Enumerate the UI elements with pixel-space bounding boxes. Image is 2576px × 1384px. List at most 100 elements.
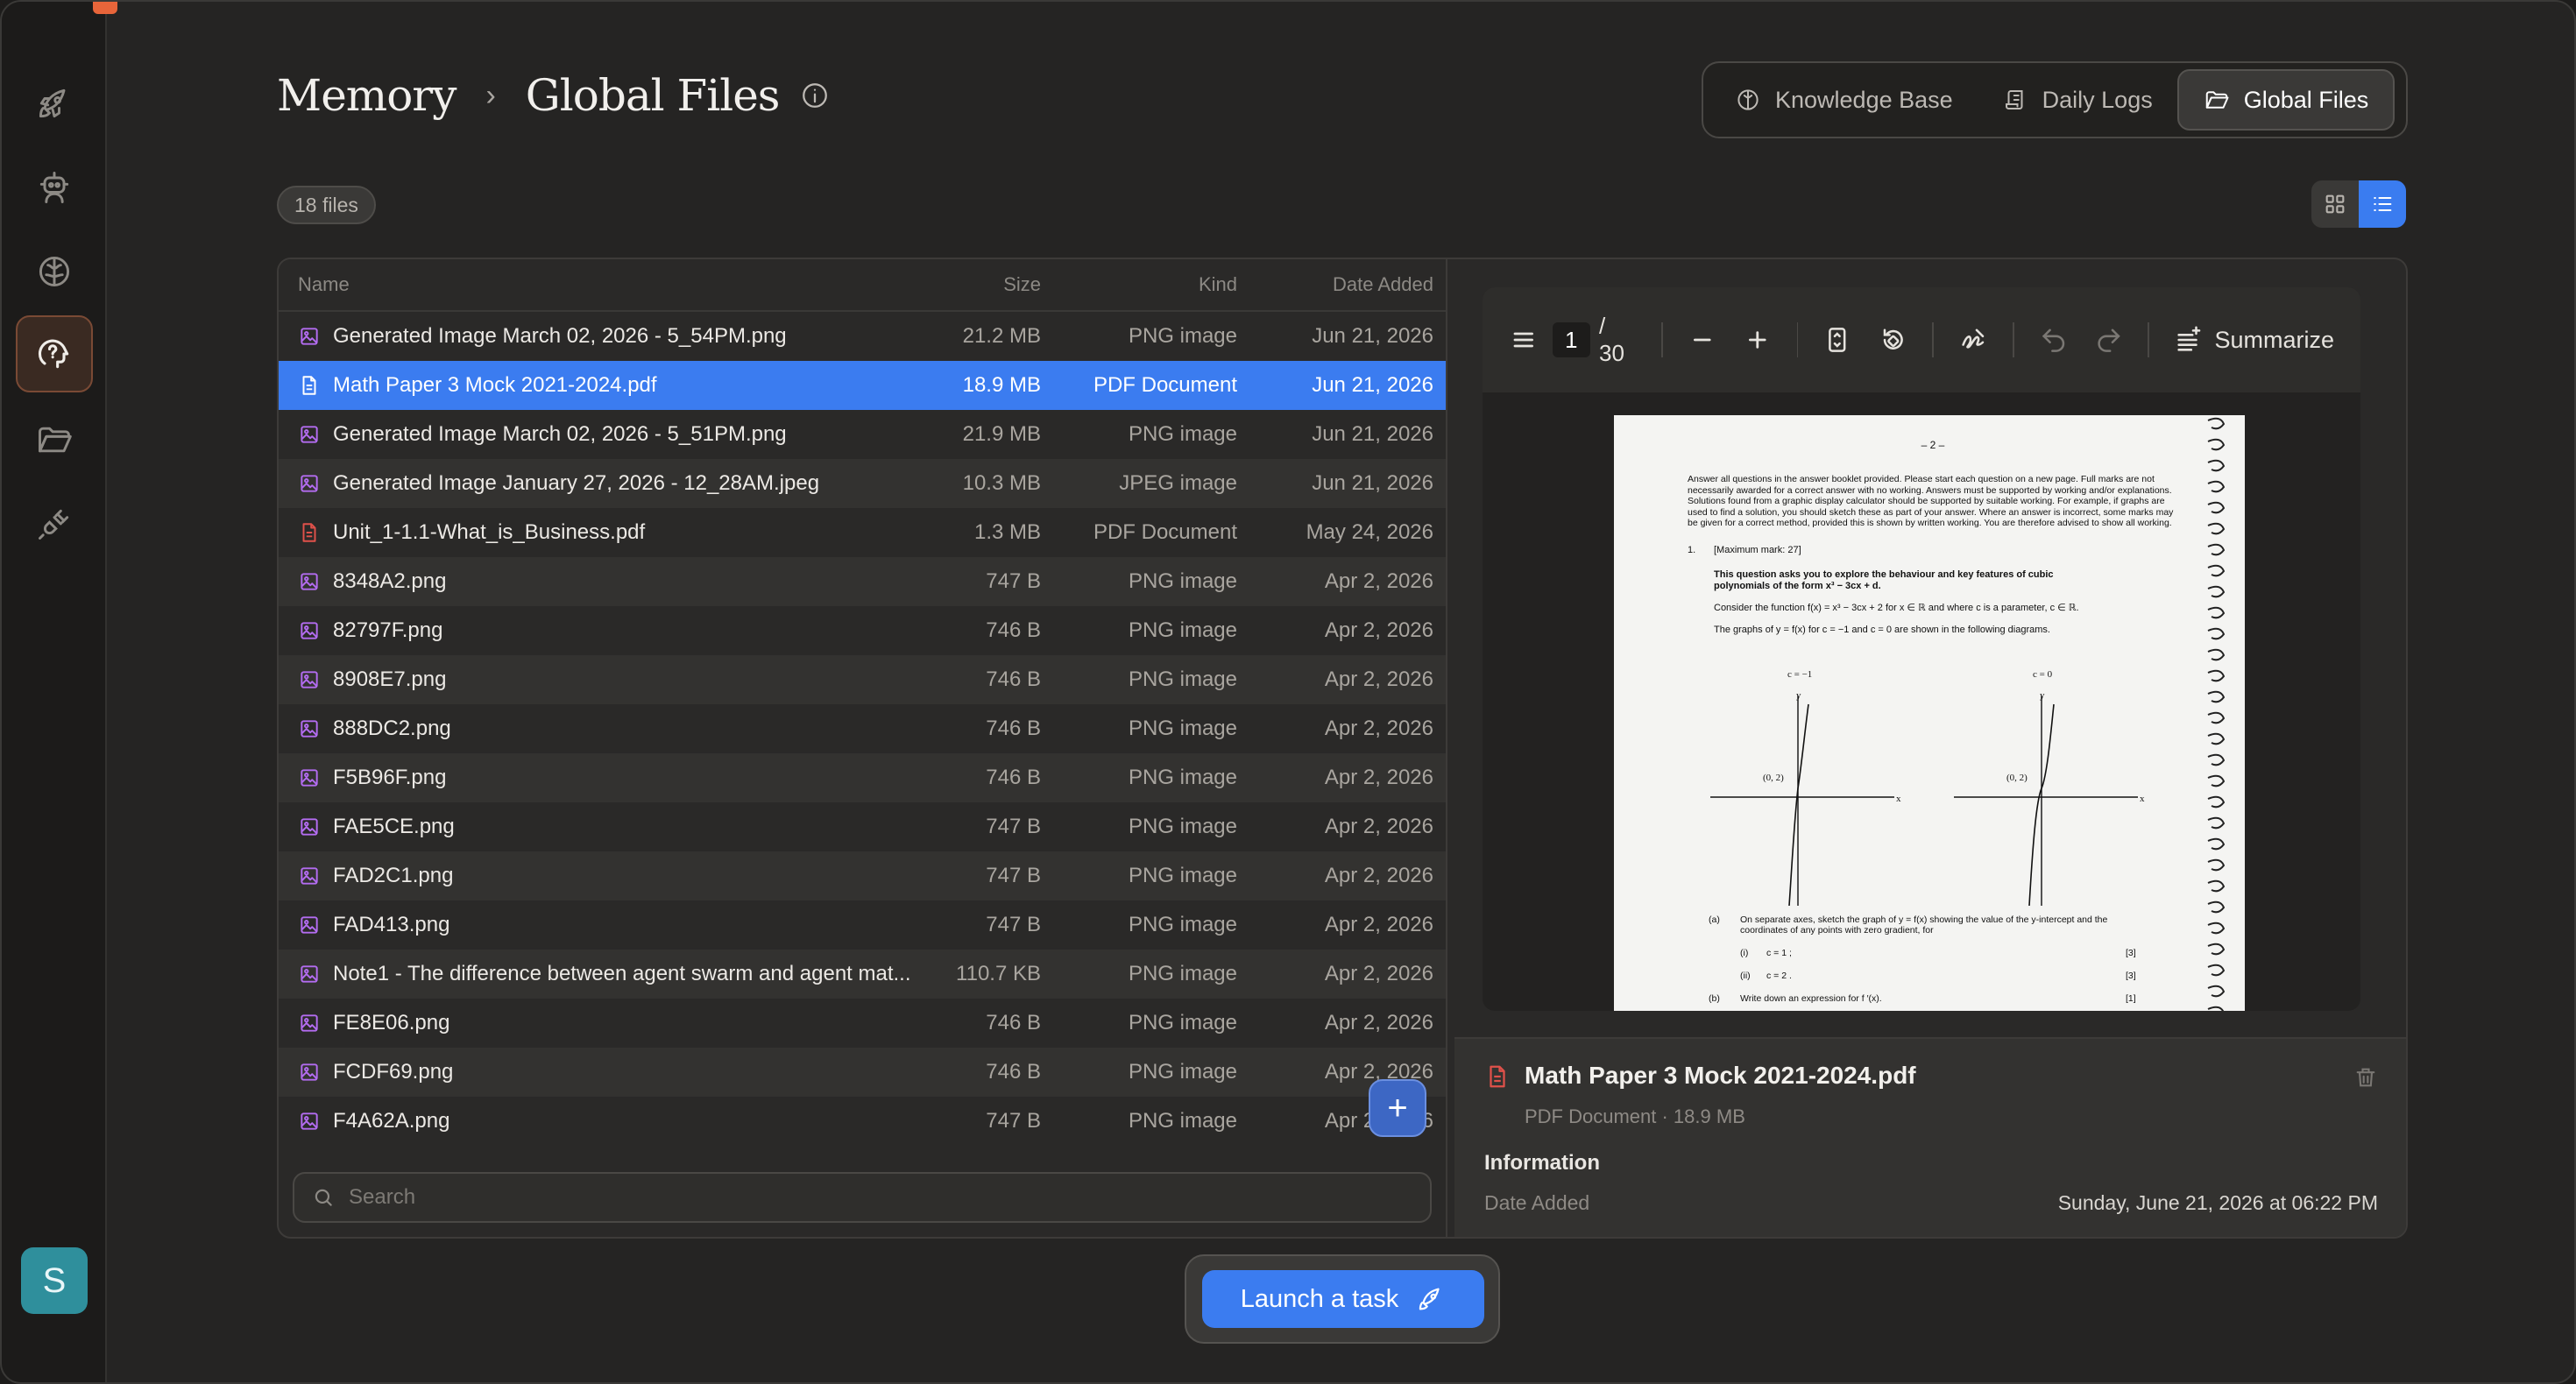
info-icon[interactable]: [800, 81, 830, 110]
file-size: 746 B: [986, 1060, 1041, 1084]
spiral-ring: [2207, 985, 2226, 998]
spiral-ring: [2207, 732, 2226, 745]
file-size: 746 B: [986, 717, 1041, 740]
avatar-initial: S: [42, 1260, 67, 1300]
memory-icon: [38, 339, 69, 369]
file-name: 8348A2.png: [279, 569, 909, 594]
tab-daily-logs[interactable]: Daily Logs: [1978, 69, 2177, 131]
files-panel: Name Size Kind Date Added Generated Imag…: [277, 258, 2408, 1239]
details-section-title: Information: [1484, 1151, 1600, 1175]
file-row[interactable]: FE8E06.png 746 B PNG image Apr 2, 2026: [279, 999, 1446, 1048]
fit-page-icon[interactable]: [1822, 325, 1852, 355]
launch-task-button[interactable]: Launch a task: [1202, 1270, 1484, 1328]
file-date: Apr 2, 2026: [1324, 1011, 1433, 1034]
zoom-in-icon[interactable]: [1743, 325, 1773, 355]
file-name: Generated Image March 02, 2026 - 5_54PM.…: [279, 324, 909, 349]
file-name: 888DC2.png: [279, 717, 909, 741]
sidebar-item-memory[interactable]: [16, 315, 93, 392]
summarize-button[interactable]: Summarize: [2174, 325, 2334, 355]
sidebar-item-integrations[interactable]: [16, 485, 93, 562]
breadcrumb: Memory › Global Files: [277, 63, 830, 128]
file-row[interactable]: FAE5CE.png 747 B PNG image Apr 2, 2026: [279, 802, 1446, 851]
file-row[interactable]: Math Paper 3 Mock 2021-2024.pdf 18.9 MB PD…: [279, 361, 1446, 410]
details-date-value: Sunday, June 21, 2026 at 06:22 PM: [2057, 1191, 2378, 1214]
image-file-icon: [301, 965, 318, 983]
pdf-toolbar: 1 / 30 Summarize: [1483, 287, 2360, 392]
search-input[interactable]: [349, 1185, 1400, 1210]
file-row[interactable]: 82797F.png 746 B PNG image Apr 2, 2026: [279, 606, 1446, 655]
search-field[interactable]: [293, 1172, 1432, 1223]
spiral-ring: [2207, 943, 2226, 956]
file-name: FAD2C1.png: [279, 864, 909, 888]
toolbar-divider: [1796, 322, 1799, 357]
grid-icon: [2325, 194, 2345, 214]
file-name: FAD413.png: [279, 913, 909, 937]
page-number-input[interactable]: 1: [1552, 322, 1590, 357]
file-row[interactable]: Unit_1-1.1-What_is_Business.pdf 1.3 MB PDF…: [279, 508, 1446, 557]
sidebar: S: [2, 2, 107, 1382]
file-row[interactable]: F4A62A.png747 BPNG imageApr 2, 2026: [279, 1097, 1446, 1146]
annotate-icon[interactable]: [1958, 325, 1988, 355]
sidebar-item-launch[interactable]: [16, 65, 93, 142]
file-row[interactable]: FAD413.png 747 B PNG image Apr 2, 2026: [279, 900, 1446, 950]
plug-icon: [39, 509, 69, 540]
file-row[interactable]: 8908E7.png 746 B PNG image Apr 2, 2026: [279, 655, 1446, 704]
toolbar-divider: [2012, 322, 2014, 357]
column-size[interactable]: Size: [909, 273, 1041, 296]
question-number: 1.: [1688, 544, 1696, 555]
file-name-text: 8348A2.png: [333, 569, 447, 593]
file-kind: PNG image: [1128, 1011, 1237, 1034]
spiral-ring: [2207, 543, 2226, 556]
sidebar-item-agents[interactable]: [16, 149, 93, 226]
redo-icon[interactable]: [2094, 325, 2124, 355]
file-row[interactable]: 8348A2.png 747 B PNG image Apr 2, 2026: [279, 557, 1446, 606]
page-intro: Answer all questions in the answer bookl…: [1688, 474, 2174, 528]
list-view-button[interactable]: [2359, 180, 2406, 228]
image-file-icon: [301, 769, 318, 787]
image-file-icon: [301, 475, 318, 492]
file-row[interactable]: FAD2C1.png 747 B PNG image Apr 2, 2026: [279, 851, 1446, 900]
add-file-button[interactable]: +: [1369, 1079, 1426, 1137]
menu-icon[interactable]: [1509, 325, 1539, 355]
image-file-icon: [301, 671, 318, 688]
pdf-page[interactable]: – 2 – Answer all questions in the answer…: [1614, 415, 2245, 1011]
file-name-text: FCDF69.png: [333, 1060, 454, 1084]
search-icon: [315, 1189, 332, 1206]
file-row[interactable]: F5B96F.png 746 B PNG image Apr 2, 2026: [279, 753, 1446, 802]
zoom-out-icon[interactable]: [1688, 325, 1717, 355]
column-name[interactable]: Name: [279, 273, 909, 296]
undo-icon[interactable]: [2039, 325, 2069, 355]
file-name: 82797F.png: [279, 618, 909, 643]
tab-global-files[interactable]: Global Files: [2176, 69, 2396, 131]
file-name-text: 82797F.png: [333, 618, 443, 642]
breadcrumb-separator: ›: [485, 78, 496, 112]
sidebar-item-knowledge[interactable]: [16, 233, 93, 310]
file-row[interactable]: FCDF69.png 746 B PNG image Apr 2, 2026: [279, 1048, 1446, 1097]
file-date: Apr 2, 2026: [1324, 766, 1433, 789]
column-date-added[interactable]: Date Added: [1237, 273, 1433, 296]
spiral-ring: [2207, 480, 2226, 493]
column-kind[interactable]: Kind: [1041, 273, 1237, 296]
file-row[interactable]: Generated Image March 02, 2026 - 5_51PM.…: [279, 410, 1446, 459]
file-row[interactable]: Generated Image March 02, 2026 - 5_54PM.…: [279, 312, 1446, 361]
grid-view-button[interactable]: [2311, 180, 2359, 228]
breadcrumb-root[interactable]: Memory: [277, 70, 456, 121]
toolbar-divider: [2148, 322, 2150, 357]
file-row[interactable]: Note1 - The difference between agent swa…: [279, 950, 1446, 999]
graph-plot: [1954, 696, 2138, 907]
sidebar-item-files[interactable]: [16, 401, 93, 478]
image-file-icon: [301, 573, 318, 590]
file-row[interactable]: Generated Image January 27, 2026 - 12_28…: [279, 459, 1446, 508]
app-window: S Memory › Global Files Knowledge Base D…: [0, 0, 2576, 1384]
file-kind: PNG image: [1128, 913, 1237, 936]
rotate-icon[interactable]: [1879, 325, 1908, 355]
trash-icon[interactable]: [2353, 1065, 2378, 1090]
file-name-text: Unit_1-1.1-What_is_Business.pdf: [333, 520, 646, 544]
file-row[interactable]: 888DC2.png 746 B PNG image Apr 2, 2026: [279, 704, 1446, 753]
tab-knowledge-base[interactable]: Knowledge Base: [1710, 69, 1978, 131]
file-kind: PNG image: [1128, 815, 1237, 838]
file-name-text: Math Paper 3 Mock 2021-2024.pdf: [333, 373, 657, 397]
file-name: Generated Image March 02, 2026 - 5_51PM.…: [279, 422, 909, 447]
avatar[interactable]: S: [21, 1247, 88, 1314]
robot-icon: [39, 172, 69, 203]
